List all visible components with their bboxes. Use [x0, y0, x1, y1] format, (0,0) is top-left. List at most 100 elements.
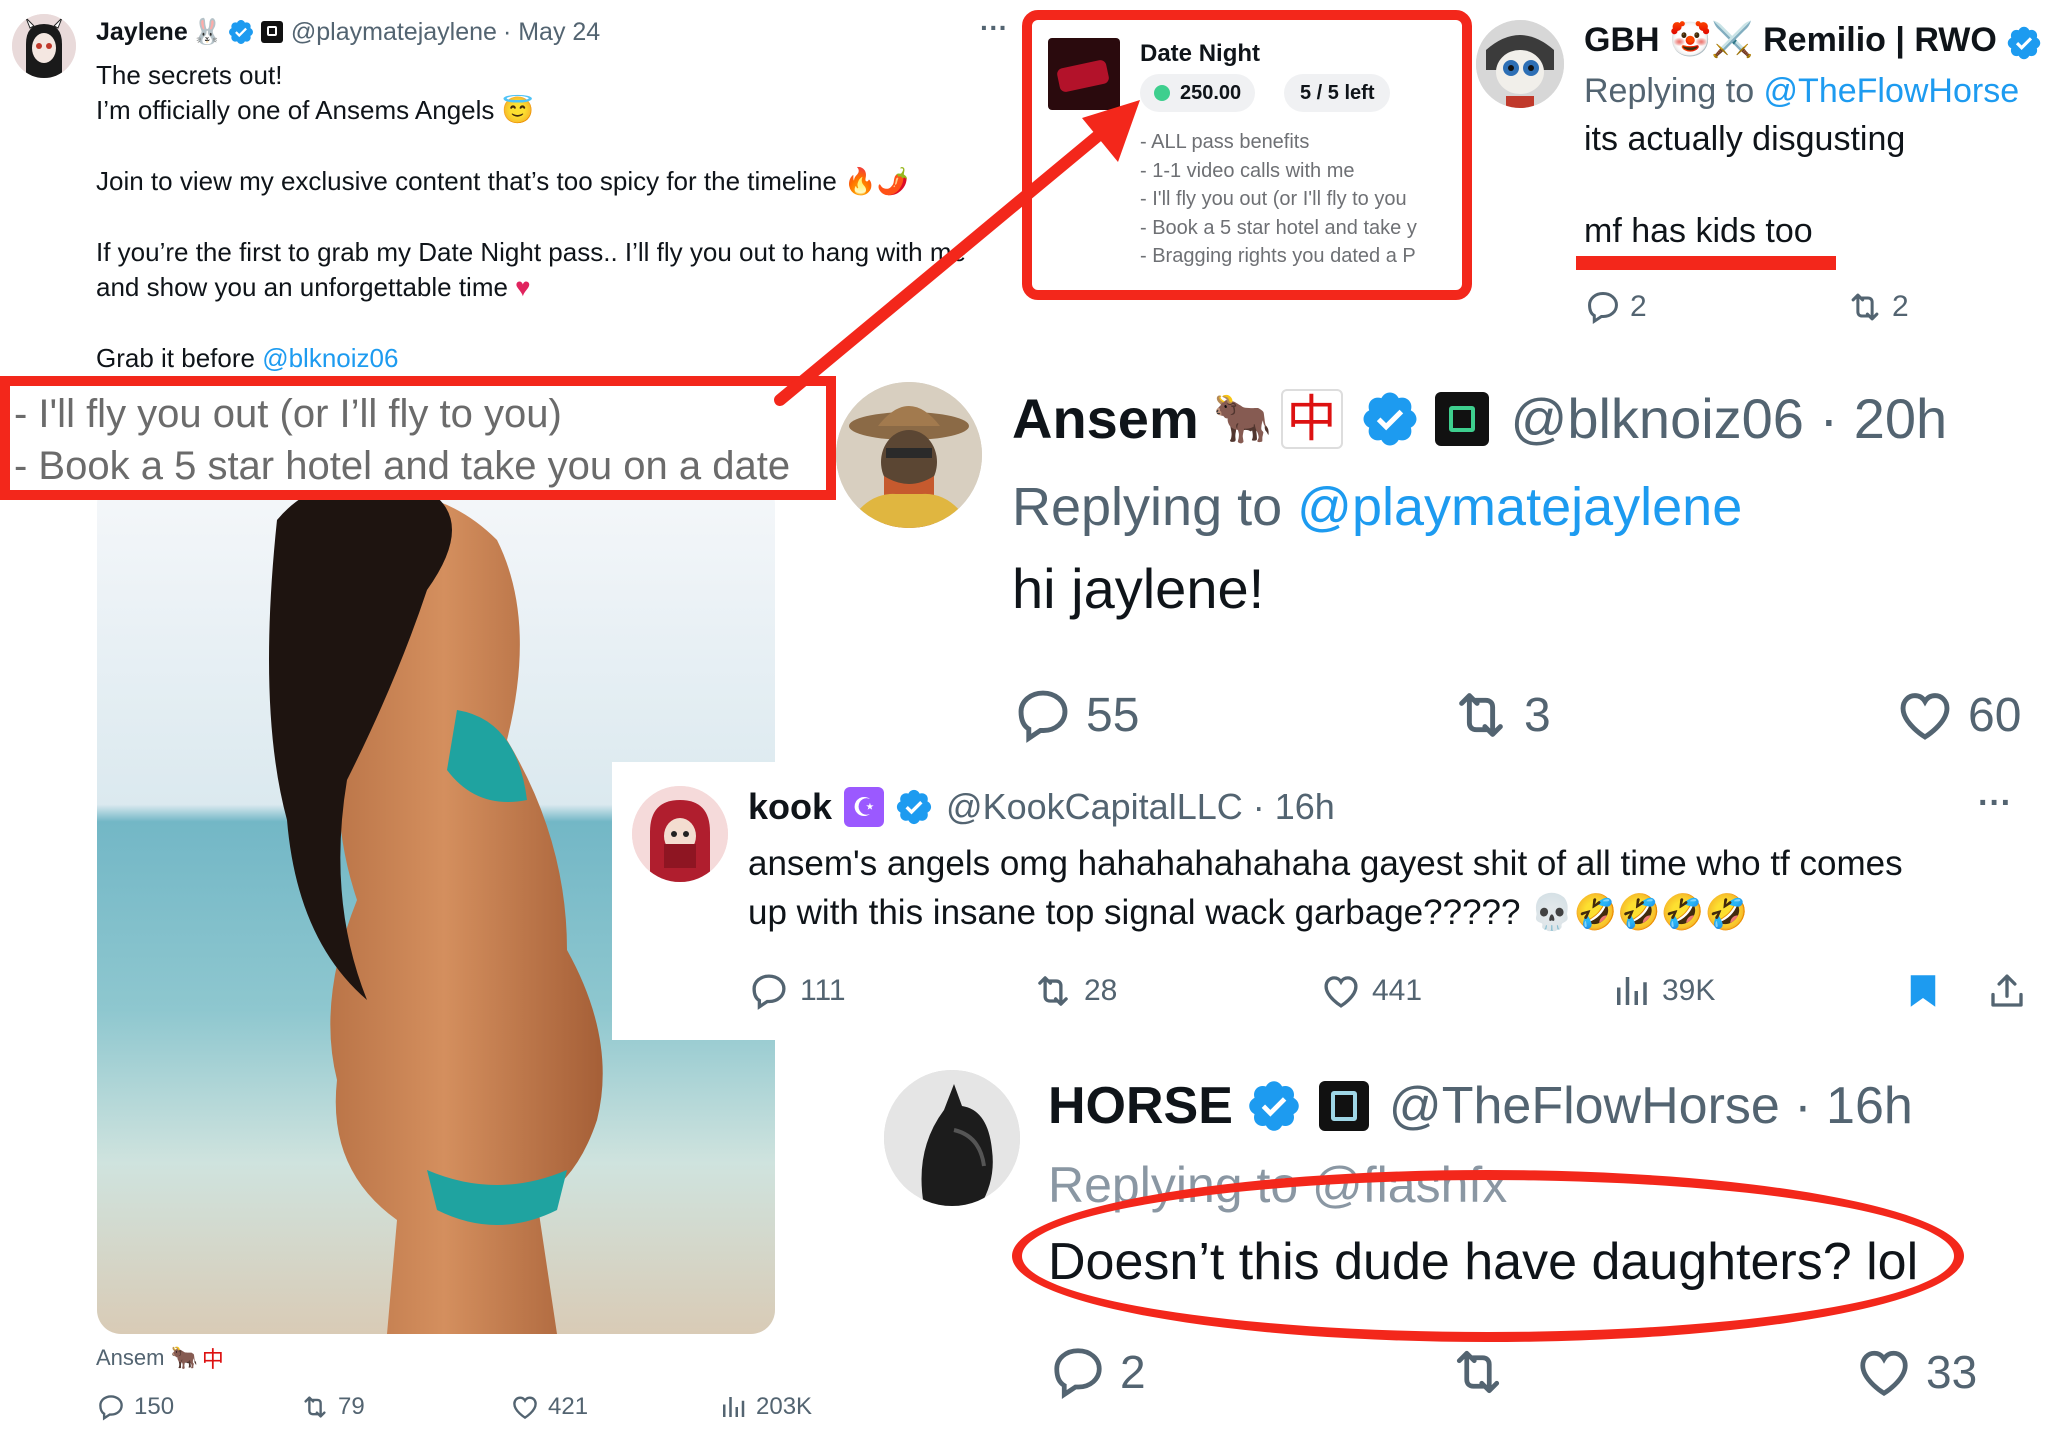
jaylene-repost-count: 79 — [338, 1393, 365, 1420]
gbh-replying: Replying to @TheFlowHorse — [1584, 72, 2019, 111]
kook-repost-stat[interactable]: 28 — [1032, 970, 1117, 1012]
like-icon — [1320, 970, 1362, 1012]
jaylene-repost-stat[interactable]: 79 — [300, 1392, 365, 1422]
reply-icon — [1048, 1342, 1108, 1402]
ansem-replying-prefix: Replying to — [1012, 477, 1298, 537]
verified-badge-icon — [2005, 24, 2043, 62]
kook-more-icon[interactable]: ··· — [1978, 784, 2012, 823]
horse-avatar[interactable] — [884, 1070, 1020, 1206]
jaylene-text: The secrets out! I’m officially one of A… — [96, 58, 1016, 376]
repost-icon — [1450, 684, 1512, 746]
verified-badge-icon — [1359, 388, 1421, 450]
horse-name[interactable]: HORSE — [1048, 1076, 1233, 1136]
affiliate-badge-icon — [1318, 1081, 1369, 1131]
verified-badge-icon — [894, 787, 934, 827]
photo-credit-name[interactable]: Ansem — [96, 1345, 164, 1371]
views-icon — [1610, 970, 1652, 1012]
playmatejaylene-mention-link[interactable]: @playmatejaylene — [1297, 477, 1742, 537]
ansem-handle[interactable]: @blknoiz06 · 20h — [1511, 386, 1948, 451]
jaylene-views-count: 203K — [756, 1393, 813, 1420]
kook-repost-count: 28 — [1084, 974, 1118, 1007]
verified-badge-icon — [1245, 1077, 1303, 1135]
ansem-reply-stat[interactable]: 55 — [1012, 684, 1139, 746]
kook-name[interactable]: kook — [748, 786, 832, 828]
kook-views-count: 39K — [1662, 974, 1716, 1007]
reply-icon — [1584, 288, 1622, 326]
kook-line-2: up with this insane top signal wack garb… — [748, 893, 1749, 932]
jaylene-like-stat[interactable]: 421 — [510, 1392, 588, 1422]
horse-highlight-ellipse — [1012, 1170, 1964, 1342]
jaylene-views-stat[interactable]: 203K — [718, 1392, 812, 1422]
ox-icon: 🐂 — [1212, 393, 1273, 446]
share-icon[interactable] — [1986, 970, 2028, 1012]
jaylene-reply-stat[interactable]: 150 — [96, 1392, 174, 1422]
gbh-repost-stat[interactable]: 2 — [1846, 288, 1909, 326]
repost-icon — [1032, 970, 1074, 1012]
photo-credit: Ansem 🐂 中 — [96, 1342, 224, 1374]
kook-like-stat[interactable]: 441 — [1320, 970, 1422, 1012]
affiliate-badge-icon — [1434, 391, 1489, 446]
ansem-reply-count: 55 — [1086, 688, 1140, 742]
kook-line-1: ansem's angels omg hahahahahahaha gayest… — [748, 844, 1903, 883]
horse-repost-stat[interactable] — [1448, 1342, 1508, 1402]
kook-views-stat[interactable]: 39K — [1610, 970, 1715, 1012]
kook-reply-count: 111 — [800, 974, 846, 1007]
jaylene-more-icon[interactable]: ··· — [980, 12, 1008, 44]
kook-avatar[interactable] — [632, 786, 728, 882]
jaylene-handle[interactable]: @playmatejaylene — [291, 18, 497, 47]
gbh-line-2: mf has kids too — [1584, 212, 1813, 250]
jaylene-line-3: Join to view my exclusive content that’s… — [96, 166, 909, 196]
ansem-repost-count: 3 — [1524, 688, 1551, 742]
bookmark-icon[interactable] — [1902, 970, 1944, 1012]
blknoiz-mention-link[interactable]: @blknoiz06 — [262, 343, 398, 373]
jaylene-avatar[interactable] — [12, 14, 76, 78]
gbh-name[interactable]: GBH 🤡⚔️ Remilio | RWO — [1584, 20, 1997, 60]
ansem-like-count: 60 — [1968, 688, 2022, 742]
gbh-underline — [1576, 256, 1836, 270]
repost-icon — [1448, 1342, 1508, 1402]
kook-handle[interactable]: @KookCapitalLLC · 16h — [946, 786, 1335, 828]
zoom-excerpt: - I'll fly you out (or I’ll fly to you) … — [0, 376, 836, 500]
ansem-avatar[interactable] — [836, 382, 982, 528]
mahjong-red-dragon-icon: 中 — [1280, 388, 1343, 449]
repost-icon — [1846, 288, 1884, 326]
horse-reply-stat[interactable]: 2 — [1048, 1342, 1146, 1402]
ansem-like-stat[interactable]: 60 — [1894, 684, 2021, 746]
jaylene-date[interactable]: · May 24 — [503, 18, 600, 47]
gbh-avatar[interactable] — [1476, 20, 1564, 108]
verified-badge-icon — [227, 18, 255, 46]
horse-handle[interactable]: @TheFlowHorse · 16h — [1389, 1076, 1913, 1136]
zoom-excerpt-line-2: - Book a 5 star hotel and take you on a … — [14, 444, 791, 488]
ansem-repost-stat[interactable]: 3 — [1450, 684, 1551, 746]
horse-reply-count: 2 — [1120, 1346, 1146, 1398]
gbh-repost-count: 2 — [1892, 290, 1909, 323]
horse-like-count: 33 — [1926, 1346, 1978, 1398]
jaylene-line-5: and show you an unforgettable time ♥ — [96, 270, 1016, 305]
jaylene-name[interactable]: Jaylene — [96, 18, 188, 47]
like-icon — [1894, 684, 1956, 746]
gbh-reply-stat[interactable]: 2 — [1584, 288, 1647, 326]
mahjong-red-dragon-icon: 中 — [201, 1347, 224, 1372]
ansem-replying: Replying to @playmatejaylene — [1012, 476, 1742, 538]
jaylene-line-1: The secrets out! — [96, 60, 283, 90]
reply-icon — [96, 1392, 126, 1422]
jaylene-line-6: Grab it before @blknoiz06 — [96, 341, 1016, 376]
jaylene-like-count: 421 — [548, 1393, 589, 1420]
gbh-line-1: its actually disgusting — [1584, 120, 1906, 158]
ox-icon: 🐂 — [170, 1345, 198, 1370]
gbh-replying-prefix: Replying to — [1584, 72, 1764, 110]
jaylene-header: Jaylene 🐰 @playmatejaylene · May 24 — [96, 14, 600, 50]
horse-like-stat[interactable]: 33 — [1854, 1342, 1977, 1402]
theflowhorse-mention-link[interactable]: @TheFlowHorse — [1764, 72, 2020, 110]
kook-reply-stat[interactable]: 111 — [748, 970, 846, 1012]
gbh-reply-count: 2 — [1630, 290, 1647, 323]
horse-header: HORSE @TheFlowHorse · 16h — [1048, 1076, 1913, 1136]
like-icon — [1854, 1342, 1914, 1402]
jaylene-line-2: I’m officially one of Ansems Angels 😇 — [96, 95, 534, 125]
ansem-header: Ansem 🐂 中 @blknoiz06 · 20h — [1012, 386, 1947, 451]
views-icon — [718, 1392, 748, 1422]
jaylene-line-6-text: Grab it before — [96, 343, 263, 373]
ansem-name[interactable]: Ansem — [1012, 386, 1199, 451]
red-heart-icon: ♥ — [515, 272, 531, 302]
kook-like-count: 441 — [1372, 974, 1423, 1007]
